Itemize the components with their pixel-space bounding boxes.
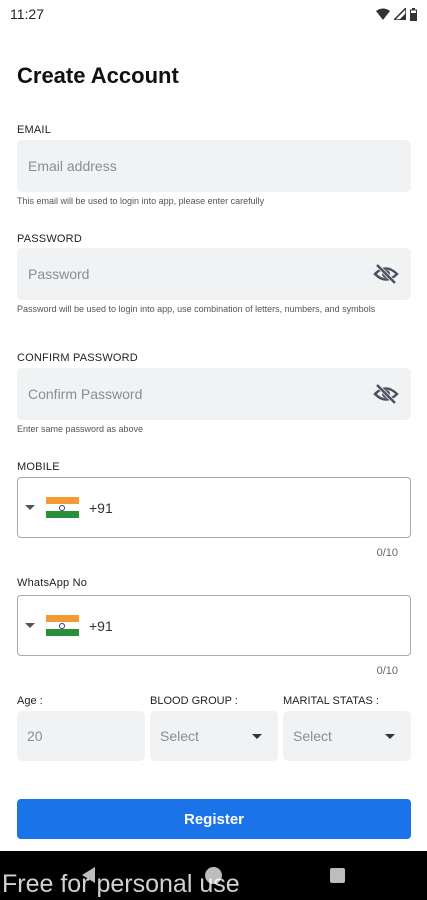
register-button[interactable]: Register xyxy=(17,799,411,839)
email-hint: This email will be used to login into ap… xyxy=(17,196,265,206)
whatsapp-country-code: +91 xyxy=(89,617,113,634)
whatsapp-label: WhatsApp No xyxy=(17,577,88,589)
page-title: Create Account xyxy=(17,63,179,88)
battery-icon xyxy=(410,7,417,21)
confirm-password-input[interactable] xyxy=(28,386,400,402)
confirm-password-field[interactable] xyxy=(17,368,411,420)
email-label: EMAIL xyxy=(17,124,52,136)
wifi-icon xyxy=(376,8,390,20)
country-dropdown-icon[interactable] xyxy=(25,505,35,510)
marital-status-label: MARITAL STATAS : xyxy=(283,695,379,707)
blood-group-label: BLOOD GROUP : xyxy=(150,695,238,707)
recent-apps-icon[interactable] xyxy=(330,868,345,883)
mobile-field[interactable]: +91 xyxy=(17,477,411,538)
password-label: PASSWORD xyxy=(17,233,82,245)
password-input[interactable] xyxy=(28,266,400,282)
confirm-password-label: CONFIRM PASSWORD xyxy=(17,352,138,364)
password-field[interactable] xyxy=(17,248,411,300)
blood-group-select[interactable]: Select xyxy=(150,711,278,761)
age-field[interactable]: 20 xyxy=(17,711,145,761)
email-field[interactable] xyxy=(17,140,411,192)
confirm-password-hint: Enter same password as above xyxy=(17,424,144,434)
india-flag-icon[interactable] xyxy=(46,614,79,637)
eye-off-icon[interactable] xyxy=(373,382,399,406)
status-icons xyxy=(376,7,417,21)
country-dropdown-icon[interactable] xyxy=(25,623,35,628)
age-label: Age : xyxy=(17,695,43,707)
mobile-country-code: +91 xyxy=(89,499,113,516)
watermark: Free for personal use xyxy=(2,870,240,898)
marital-status-select[interactable]: Select xyxy=(283,711,411,761)
mobile-counter: 0/10 xyxy=(376,547,398,559)
chevron-down-icon xyxy=(252,734,262,739)
marital-status-value: Select xyxy=(293,728,332,744)
eye-off-icon[interactable] xyxy=(373,262,399,286)
age-placeholder: 20 xyxy=(27,728,43,744)
mobile-label: MOBILE xyxy=(17,461,60,473)
password-hint: Password will be used to login into app,… xyxy=(17,304,376,314)
status-bar: 11:27 xyxy=(0,0,427,28)
email-input[interactable] xyxy=(28,158,400,174)
whatsapp-field[interactable]: +91 xyxy=(17,595,411,656)
whatsapp-counter: 0/10 xyxy=(376,665,398,677)
signal-icon xyxy=(394,8,406,20)
chevron-down-icon xyxy=(385,734,395,739)
status-time: 11:27 xyxy=(10,6,44,22)
blood-group-value: Select xyxy=(160,728,199,744)
india-flag-icon[interactable] xyxy=(46,496,79,519)
